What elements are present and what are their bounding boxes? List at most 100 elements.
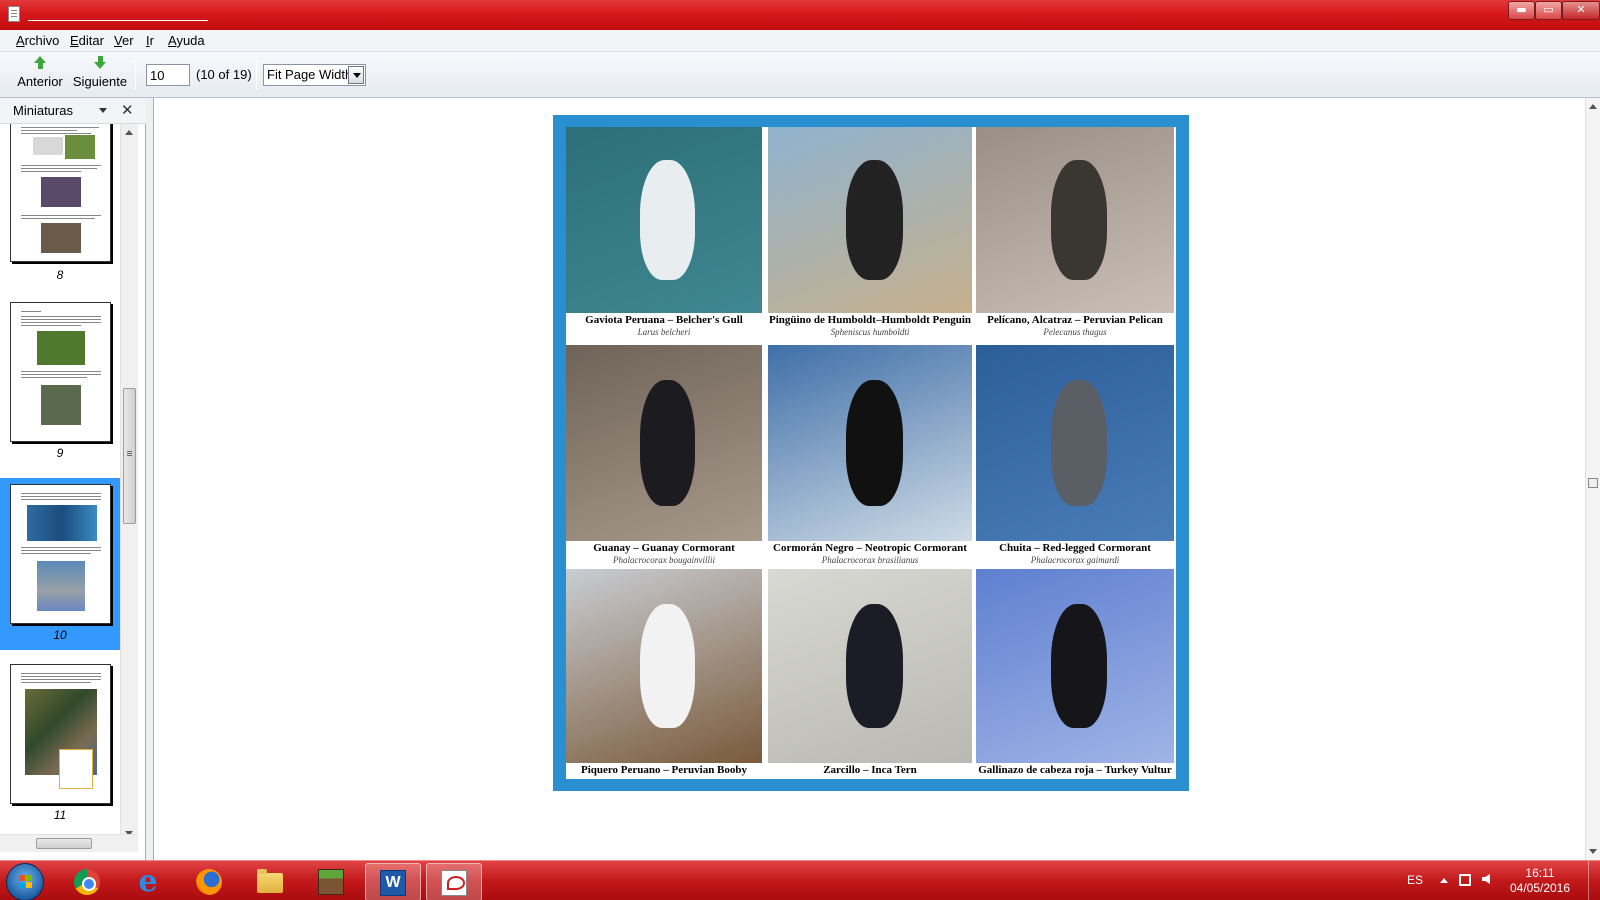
bird-common-name: Zarcillo – Inca Tern bbox=[823, 764, 917, 776]
thumbnails-sidebar: Miniaturas ✕ 8 9 10 11 bbox=[0, 98, 146, 860]
thumbnail-page-number: 9 bbox=[56, 446, 64, 460]
firefox-icon bbox=[196, 869, 222, 895]
chrome-icon bbox=[74, 869, 100, 895]
maximize-button[interactable]: ▭ bbox=[1535, 1, 1562, 20]
bird-card: Zarcillo – Inca Tern bbox=[768, 569, 972, 793]
show-desktop-button[interactable] bbox=[1588, 861, 1600, 900]
thumbnail-page-9[interactable]: 9 bbox=[0, 302, 120, 462]
bird-photo bbox=[976, 345, 1174, 541]
bird-latin-name: Spheniscus humboldti bbox=[830, 327, 910, 337]
next-page-label: Siguiente bbox=[72, 74, 128, 89]
sidebar-title[interactable]: Miniaturas bbox=[13, 103, 73, 118]
menu-editar[interactable]: Editar bbox=[70, 33, 104, 49]
word-icon: W bbox=[380, 870, 406, 896]
thumbnail-image bbox=[10, 484, 111, 624]
thumbnail-image bbox=[10, 302, 111, 442]
bird-photo bbox=[566, 127, 762, 313]
language-indicator[interactable]: ES bbox=[1407, 873, 1423, 887]
menu-ir[interactable]: Ir bbox=[146, 33, 154, 49]
taskbar-chrome[interactable] bbox=[60, 863, 116, 900]
bird-common-name: Gallinazo de cabeza roja – Turkey Vultur bbox=[978, 764, 1172, 776]
bird-common-name: Piquero Peruano – Peruvian Booby bbox=[580, 764, 748, 776]
scrollbar-thumb[interactable] bbox=[123, 388, 136, 524]
clock-time: 16:11 bbox=[1525, 866, 1555, 880]
bird-photo bbox=[768, 345, 972, 541]
show-hidden-icons-icon[interactable] bbox=[1440, 878, 1448, 883]
bird-photo-grid: Gaviota Peruana – Belcher's Gull Larus be… bbox=[566, 127, 1176, 779]
thumbnail-image bbox=[10, 664, 111, 804]
bird-common-name: Guanay – Guanay Cormorant bbox=[593, 542, 735, 554]
network-icon[interactable] bbox=[1459, 874, 1471, 886]
thumbnail-page-8[interactable]: 8 bbox=[0, 124, 120, 284]
bird-silhouette bbox=[1051, 380, 1107, 506]
bird-silhouette bbox=[640, 380, 696, 506]
document-view[interactable]: Gaviota Peruana – Belcher's Gull Larus be… bbox=[155, 98, 1585, 860]
clock[interactable]: 16:11 04/05/2016 bbox=[1505, 866, 1575, 896]
volume-icon[interactable] bbox=[1482, 874, 1490, 884]
previous-page-label: Anterior bbox=[17, 74, 63, 89]
bird-silhouette bbox=[1051, 160, 1107, 280]
clock-date: 04/05/2016 bbox=[1509, 881, 1571, 895]
bird-common-name: Pingüino de Humboldt–Humboldt Penguin bbox=[768, 314, 972, 326]
bird-silhouette bbox=[845, 603, 903, 729]
chevron-down-icon[interactable] bbox=[348, 66, 364, 84]
bird-common-name: Gaviota Peruana – Belcher's Gull bbox=[585, 314, 743, 326]
thumbnail-image bbox=[10, 124, 111, 262]
folder-icon bbox=[257, 869, 283, 893]
dropdown-arrow-icon[interactable] bbox=[99, 108, 107, 113]
thumbnail-horizontal-scrollbar[interactable] bbox=[0, 834, 138, 852]
previous-page-button[interactable]: Anterior bbox=[14, 56, 66, 96]
sidebar-splitter[interactable] bbox=[146, 98, 154, 860]
close-button[interactable]: ✕ bbox=[1562, 1, 1600, 20]
arrow-up-icon bbox=[34, 56, 46, 63]
bird-photo bbox=[976, 127, 1174, 313]
bird-card: Guanay – Guanay Cormorant Phalacrocorax b… bbox=[566, 345, 762, 571]
app-window: ▬ ▭ ✕ Archivo Editar Ver Ir Ayuda Anteri… bbox=[0, 0, 1600, 900]
menu-archivo[interactable]: Archivo bbox=[16, 33, 59, 49]
zoom-select[interactable]: Fit Page Width bbox=[263, 64, 366, 86]
taskbar-ie[interactable]: e bbox=[121, 863, 177, 900]
minecraft-icon bbox=[318, 869, 344, 895]
taskbar-minecraft[interactable] bbox=[304, 863, 360, 900]
bird-common-name: Pelícano, Alcatraz – Peruvian Pelican bbox=[987, 314, 1163, 326]
bird-latin-name: Phalacrocorax gaimardi bbox=[1030, 555, 1120, 565]
scroll-up-icon[interactable] bbox=[1589, 104, 1597, 109]
document-viewer-icon bbox=[8, 6, 20, 22]
bird-card: Piquero Peruano – Peruvian Booby bbox=[566, 569, 762, 793]
bird-silhouette bbox=[640, 603, 696, 729]
next-page-button[interactable]: Siguiente bbox=[72, 56, 128, 96]
title-bar: ▬ ▭ ✕ bbox=[0, 0, 1600, 30]
menu-ayuda[interactable]: Ayuda bbox=[168, 33, 205, 49]
bird-photo bbox=[768, 569, 972, 763]
close-icon[interactable]: ✕ bbox=[121, 101, 134, 119]
horizontal-scrollbar-thumb[interactable] bbox=[36, 838, 92, 849]
document-scrollbar[interactable] bbox=[1585, 98, 1600, 860]
bird-photo bbox=[566, 569, 762, 763]
thumbnail-scrollbar[interactable] bbox=[120, 124, 138, 842]
taskbar-reader[interactable] bbox=[426, 863, 482, 900]
page-number-input[interactable] bbox=[146, 64, 190, 86]
start-button[interactable] bbox=[6, 863, 44, 900]
taskbar-explorer[interactable] bbox=[243, 863, 299, 900]
scroll-up-icon[interactable] bbox=[125, 130, 133, 135]
thumbnail-page-11[interactable]: 11 bbox=[0, 664, 120, 834]
arrow-down-icon bbox=[94, 62, 106, 69]
taskbar-word[interactable]: W bbox=[365, 863, 421, 900]
page-count: (10 of 19) bbox=[196, 67, 252, 82]
sidebar-header: Miniaturas ✕ bbox=[0, 98, 146, 124]
bird-silhouette bbox=[1051, 603, 1107, 729]
scrollbar-thumb[interactable] bbox=[1588, 478, 1598, 488]
taskbar-firefox[interactable] bbox=[182, 863, 238, 900]
thumbnail-page-10[interactable]: 10 bbox=[0, 478, 120, 650]
thumbnail-list: 8 9 10 11 bbox=[0, 124, 120, 834]
minimize-button[interactable]: ▬ bbox=[1508, 1, 1535, 20]
menu-ver[interactable]: Ver bbox=[114, 33, 134, 49]
bird-photo bbox=[976, 569, 1174, 763]
scroll-down-icon[interactable] bbox=[1589, 849, 1597, 854]
window-title bbox=[28, 7, 208, 21]
reader-icon bbox=[441, 870, 467, 896]
ie-icon: e bbox=[138, 864, 158, 899]
bird-card: Gallinazo de cabeza roja – Turkey Vultur bbox=[976, 569, 1174, 793]
bird-card: Pingüino de Humboldt–Humboldt Penguin Sph… bbox=[768, 127, 972, 343]
bird-latin-name: Larus belcheri bbox=[637, 327, 691, 337]
